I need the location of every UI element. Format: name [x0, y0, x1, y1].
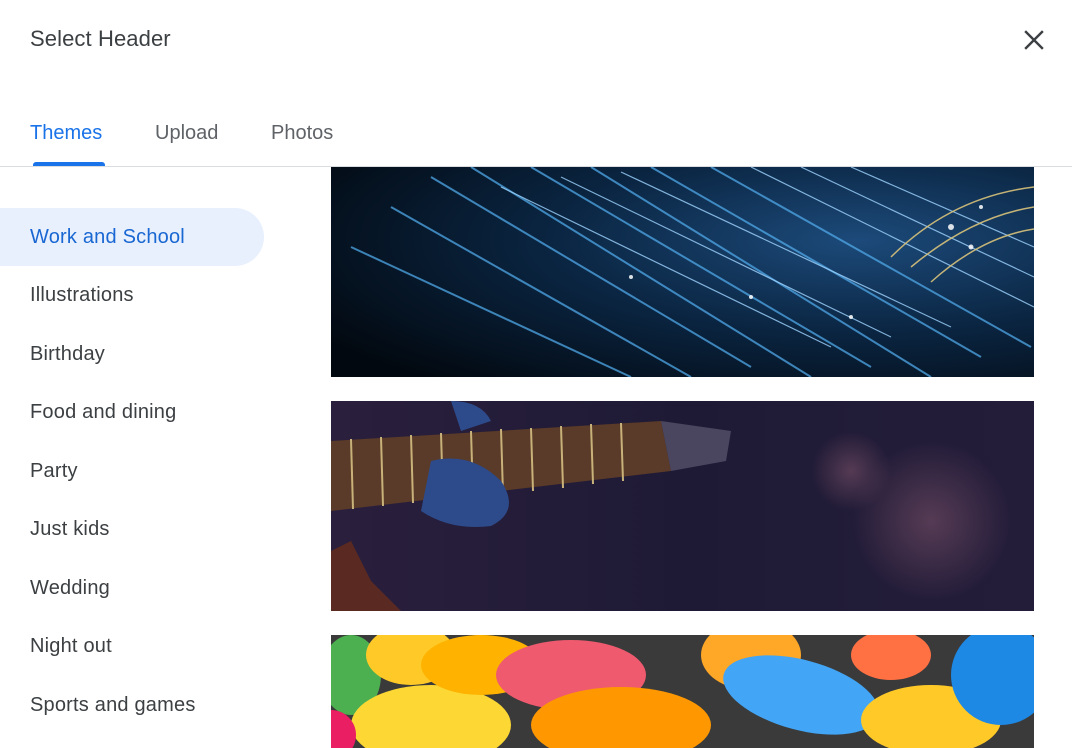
category-just-kids[interactable]: Just kids	[0, 500, 264, 558]
category-food-and-dining[interactable]: Food and dining	[0, 383, 264, 441]
theme-image-candy[interactable]	[331, 635, 1034, 748]
tab-themes[interactable]: Themes	[30, 100, 102, 166]
close-icon	[1024, 30, 1044, 50]
dialog-title: Select Header	[30, 26, 171, 51]
candy-image	[331, 635, 1034, 748]
category-birthday[interactable]: Birthday	[0, 325, 264, 383]
fiber-optics-image	[331, 167, 1034, 377]
category-wedding[interactable]: Wedding	[0, 559, 264, 617]
category-sports-and-games[interactable]: Sports and games	[0, 676, 264, 734]
category-party[interactable]: Party	[0, 442, 264, 500]
category-night-out[interactable]: Night out	[0, 617, 264, 675]
close-button[interactable]	[1014, 20, 1054, 60]
tab-photos[interactable]: Photos	[271, 100, 333, 166]
theme-image-fiber-optics[interactable]	[331, 167, 1034, 377]
category-list: Work and School Illustrations Birthday F…	[0, 167, 300, 748]
category-work-and-school[interactable]: Work and School	[0, 208, 264, 266]
active-tab-indicator	[33, 162, 105, 166]
category-illustrations[interactable]: Illustrations	[0, 266, 264, 324]
select-header-dialog: Select Header Themes Upload Photos Work …	[0, 0, 1072, 748]
guitar-image	[331, 401, 1034, 611]
tab-upload[interactable]: Upload	[155, 100, 218, 166]
theme-image-guitar[interactable]	[331, 401, 1034, 611]
tab-bar: Themes Upload Photos	[0, 100, 1072, 167]
